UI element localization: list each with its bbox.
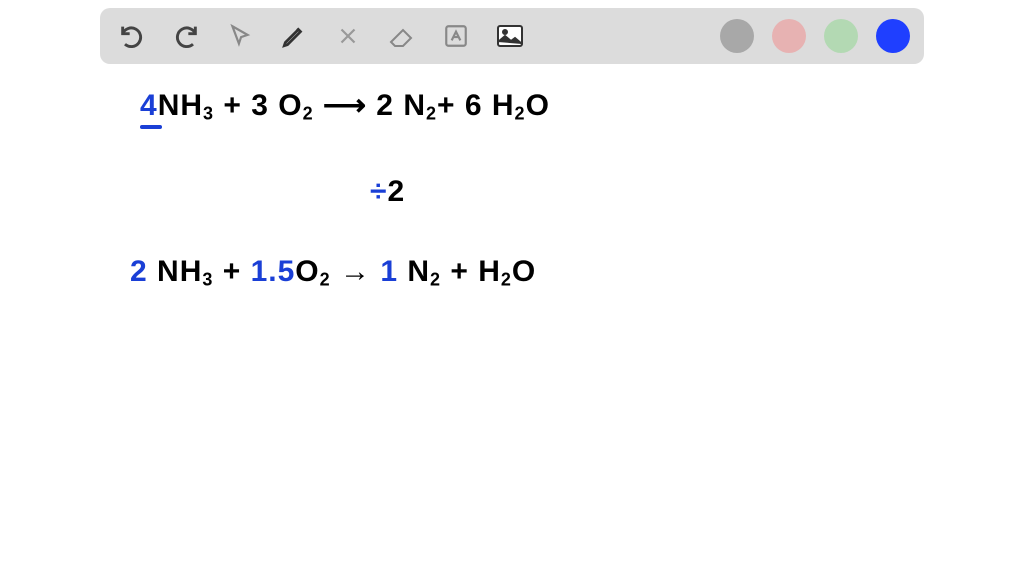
color-green[interactable] — [824, 19, 858, 53]
arrow-1: ⟶ — [314, 89, 377, 122]
pointer-icon[interactable] — [222, 18, 258, 54]
equation-line-2: 2 NH3 + 1.5O2 → 1 N2 + H2O — [130, 255, 536, 291]
coef-15: 1.5 — [251, 255, 296, 288]
text-icon[interactable] — [438, 18, 474, 54]
nh3-sub-2: 3 — [202, 270, 213, 290]
plus-b: + — [213, 255, 250, 288]
image-icon[interactable] — [492, 18, 528, 54]
n2-sub: 2 — [426, 104, 437, 124]
color-gray[interactable] — [720, 19, 754, 53]
tools-icon[interactable] — [330, 18, 366, 54]
coef-4: 4 — [140, 89, 158, 122]
pencil-icon[interactable] — [276, 18, 312, 54]
divide-step: ÷2 — [370, 175, 405, 209]
coef-1: 1 — [380, 255, 398, 288]
undo-icon[interactable] — [114, 18, 150, 54]
n2-2: N — [398, 255, 430, 288]
plus-3o2: + 3 O — [214, 89, 303, 122]
redo-icon[interactable] — [168, 18, 204, 54]
coef-2: 2 — [130, 255, 148, 288]
two-n: 2 N — [376, 89, 426, 122]
toolbar — [100, 8, 924, 64]
color-pink[interactable] — [772, 19, 806, 53]
underline-4 — [140, 125, 162, 129]
o2-2: O — [295, 255, 319, 288]
o-text: O — [526, 89, 550, 122]
h2-sub: 2 — [515, 104, 526, 124]
nh3-sub: 3 — [203, 104, 214, 124]
o-2: O — [512, 255, 536, 288]
nh3-text: NH — [158, 89, 203, 122]
color-blue[interactable] — [876, 19, 910, 53]
equation-line-1: 4NH3 + 3 O2 ⟶ 2 N2+ 6 H2O — [140, 88, 550, 125]
plus-2: + — [437, 89, 465, 122]
o2-sub: 2 — [303, 104, 314, 124]
n2-sub-2: 2 — [430, 270, 441, 290]
divide-num: 2 — [387, 175, 405, 208]
eraser-icon[interactable] — [384, 18, 420, 54]
arrow-2: → — [331, 255, 381, 288]
divide-sign: ÷ — [370, 175, 387, 208]
plus-h2o: + H — [441, 255, 501, 288]
nh3-2: NH — [148, 255, 203, 288]
six-h: 6 H — [465, 89, 515, 122]
whiteboard-canvas[interactable]: 4NH3 + 3 O2 ⟶ 2 N2+ 6 H2O ÷2 2 NH3 + 1.5… — [0, 70, 1024, 568]
o2-sub-2: 2 — [320, 270, 331, 290]
h2-sub-2: 2 — [501, 270, 512, 290]
